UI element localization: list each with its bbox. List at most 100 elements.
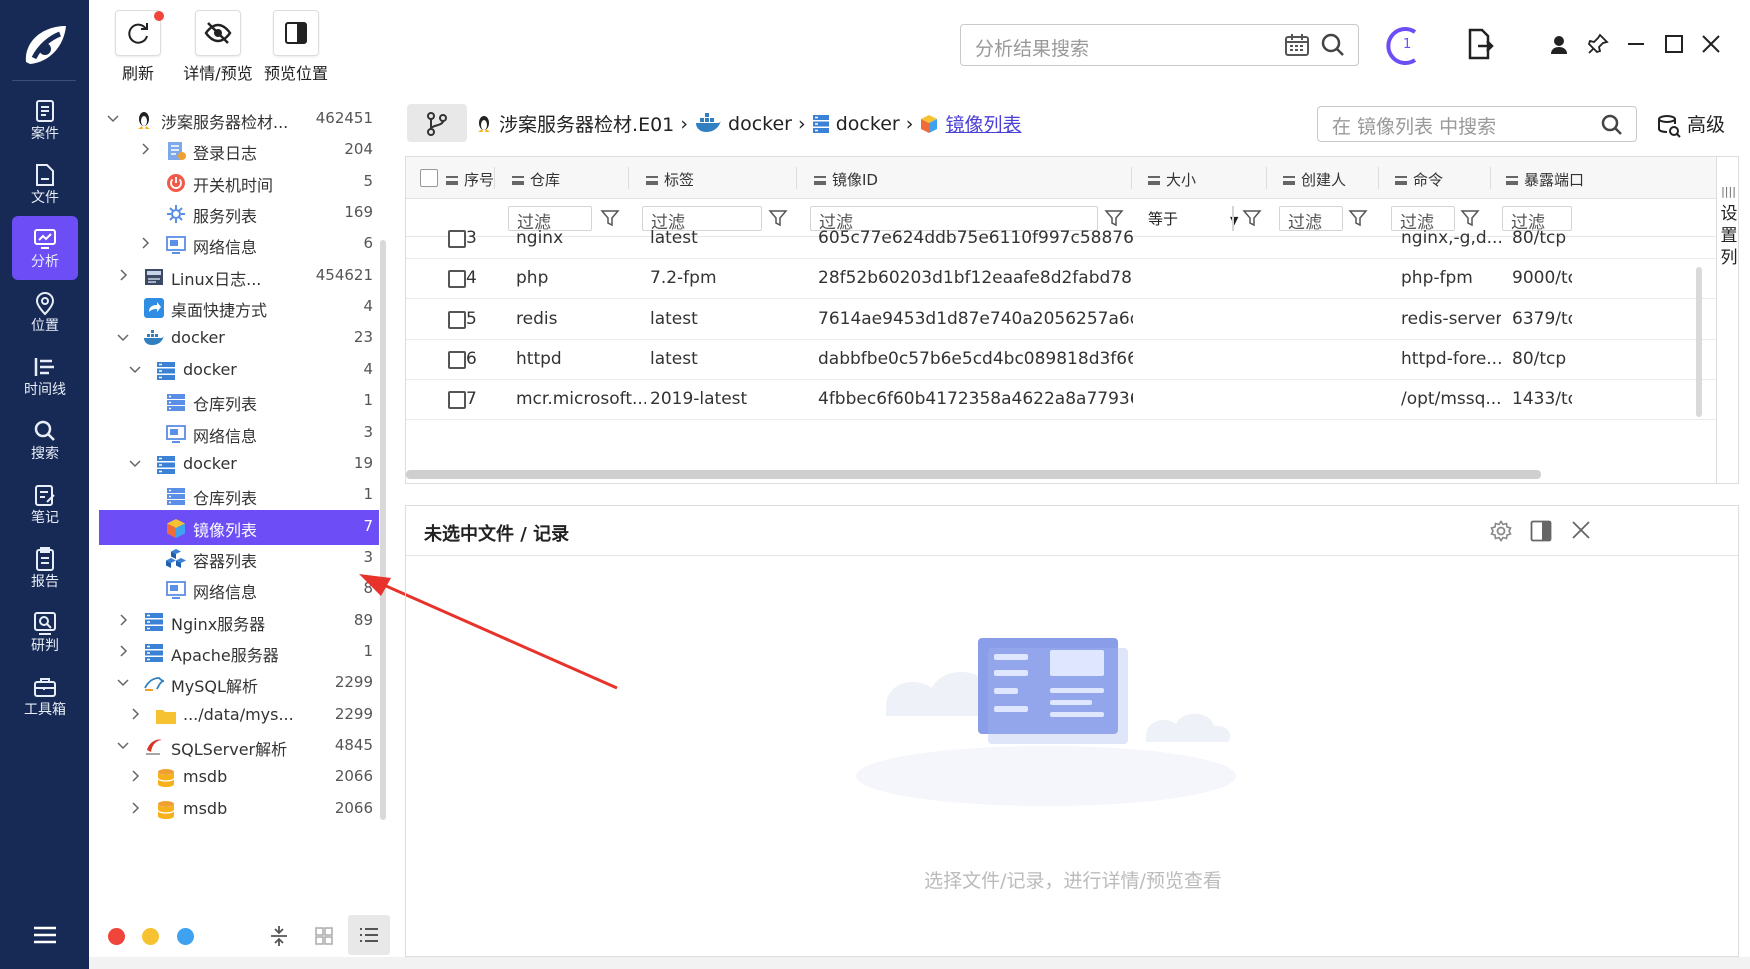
chevron-right-icon[interactable] (117, 269, 129, 281)
search-icon[interactable] (1600, 113, 1624, 137)
chevron-right-icon[interactable] (129, 708, 141, 720)
chevron-right-icon[interactable] (129, 802, 141, 814)
tree-item[interactable]: 网络信息 8 (99, 572, 379, 607)
search-icon[interactable] (1320, 32, 1346, 58)
nav-item-search[interactable]: 搜索 (12, 408, 78, 472)
user-icon[interactable] (1549, 34, 1569, 56)
list-view-button[interactable] (348, 915, 390, 955)
tree-item[interactable]: 开关机时间 5 (99, 165, 379, 200)
table-vertical-scrollbar[interactable] (1696, 267, 1702, 417)
pin-icon[interactable] (1587, 33, 1609, 55)
status-dot-blue[interactable] (177, 928, 194, 945)
nav-item-report[interactable]: 报告 (12, 536, 78, 600)
gear-icon[interactable] (1490, 520, 1512, 542)
nav-item-analysis[interactable]: 分析 (12, 216, 78, 280)
tree-item[interactable]: 仓库列表 1 (99, 384, 379, 419)
tree-item[interactable]: docker 19 (99, 447, 379, 482)
chevron-down-icon[interactable] (107, 112, 119, 124)
advanced-search-button[interactable]: 高级 (1657, 110, 1725, 138)
table-horizontal-scrollbar[interactable] (406, 470, 1541, 479)
tree-item[interactable]: 容器列表 3 (99, 541, 379, 576)
breadcrumb-current[interactable]: 镜像列表 (945, 110, 1021, 137)
chevron-down-icon[interactable] (117, 739, 129, 751)
tree-item[interactable]: msdb 2066 (99, 760, 379, 795)
nav-item-file[interactable]: 文件 (12, 152, 78, 216)
calendar-icon[interactable] (1284, 33, 1310, 57)
table-row[interactable]: 3 nginx latest 605c77e624ddb75e6110f997c588… (406, 219, 1716, 259)
tree-item[interactable]: 镜像列表 7 (99, 509, 379, 545)
column-header-size[interactable]: 大小 (1148, 169, 1196, 190)
table-row[interactable]: 5 redis latest 7614ae9453d1d87e740a2056257a… (406, 300, 1716, 340)
chevron-right-icon[interactable] (139, 237, 151, 249)
tree-item[interactable]: 仓库列表 1 (99, 478, 379, 513)
breadcrumb-item[interactable]: docker (836, 113, 900, 135)
column-header-creator[interactable]: 创建人 (1283, 169, 1346, 190)
breadcrumb-item[interactable]: docker (728, 113, 792, 135)
tree-item[interactable]: msdb 2066 (99, 792, 379, 827)
tree-item[interactable]: docker 4 (99, 353, 379, 388)
nav-item-note[interactable]: 笔记 (12, 472, 78, 536)
image-list-search-input[interactable]: 在 镜像列表 中搜索 (1317, 106, 1637, 142)
chevron-right-icon[interactable] (139, 143, 151, 155)
nav-item-case[interactable]: 案件 (12, 88, 78, 152)
select-all-checkbox[interactable] (420, 169, 438, 187)
refresh-button[interactable]: 刷新 (114, 10, 164, 84)
tree-item[interactable]: SQLServer解析 4845 (99, 729, 379, 764)
table-row[interactable]: 6 httpd latest dabbfbe0c57b6e5cd4bc089818d3… (406, 340, 1716, 380)
preview-position-button[interactable]: 预览位置 (258, 10, 334, 84)
tree-item[interactable]: Linux日志... 454621 (99, 259, 379, 294)
tree-item[interactable]: MySQL解析 2299 (99, 666, 379, 701)
minimize-icon[interactable] (1626, 42, 1646, 46)
chevron-right-icon[interactable] (117, 614, 129, 626)
breadcrumb-item[interactable]: 涉案服务器检材.E01 (499, 110, 674, 137)
export-file-icon[interactable] (1466, 28, 1494, 60)
tree-item[interactable]: 桌面快捷方式 4 (99, 290, 379, 325)
chevron-down-icon[interactable] (129, 363, 141, 375)
column-header-tag[interactable]: 标签 (646, 169, 694, 190)
column-header-command[interactable]: 命令 (1395, 169, 1443, 190)
close-icon[interactable] (1701, 34, 1721, 54)
nav-item-timeline[interactable]: 时间线 (12, 344, 78, 408)
row-checkbox[interactable] (448, 391, 466, 410)
tree-scrollbar[interactable] (380, 240, 386, 820)
column-header-port[interactable]: 暴露端口 (1506, 169, 1584, 190)
table-row[interactable]: 4 php 7.2-fpm 28f52b60203d1bf12eaafe8d2fabd… (406, 259, 1716, 300)
close-icon[interactable] (1571, 520, 1591, 540)
nav-item-location[interactable]: 位置 (12, 280, 78, 344)
tree-item[interactable]: 涉案服务器检材... 462451 (99, 102, 379, 137)
maximize-icon[interactable] (1664, 34, 1684, 54)
task-progress-indicator[interactable]: 1 (1385, 24, 1425, 68)
detail-preview-button[interactable]: 详情/预览 (178, 10, 258, 84)
row-checkbox[interactable] (448, 270, 466, 289)
row-checkbox[interactable] (448, 230, 466, 248)
collapse-all-icon[interactable] (269, 924, 289, 948)
chevron-right-icon[interactable] (129, 770, 141, 782)
column-header-no[interactable]: 序号 (446, 169, 494, 190)
column-header-repo[interactable]: 仓库 (512, 169, 560, 190)
tree-item[interactable]: docker 23 (99, 321, 379, 356)
tree-item[interactable]: Apache服务器 1 (99, 635, 379, 670)
nav-item-judge[interactable]: 研判 (12, 600, 78, 664)
column-header-image-id[interactable]: 镜像ID (814, 169, 878, 190)
status-dot-red[interactable] (108, 928, 125, 945)
chevron-down-icon[interactable] (117, 331, 129, 343)
row-checkbox[interactable] (448, 310, 466, 329)
table-row[interactable]: 7 mcr.microsoft... 2019-latest 4fbbec6f60b4… (406, 380, 1716, 421)
split-panel-icon[interactable] (1530, 520, 1552, 542)
grid-view-icon[interactable] (314, 926, 334, 946)
menu-icon[interactable] (32, 925, 58, 945)
branch-button[interactable] (407, 104, 467, 142)
set-columns-button[interactable]: |||| 设置列 (1716, 157, 1738, 483)
tree-item[interactable]: Nginx服务器 89 (99, 604, 379, 639)
tree-item[interactable]: 网络信息 6 (99, 227, 379, 262)
tree-item[interactable]: 服务列表 169 (99, 196, 379, 231)
nav-item-toolbox[interactable]: 工具箱 (12, 664, 78, 728)
tree-item[interactable]: .../data/mys... 2299 (99, 698, 379, 733)
chevron-right-icon[interactable] (117, 645, 129, 657)
chevron-down-icon[interactable] (129, 457, 141, 469)
status-dot-yellow[interactable] (142, 928, 159, 945)
chevron-down-icon[interactable] (117, 676, 129, 688)
tree-item[interactable]: 登录日志 204 (99, 133, 379, 168)
row-checkbox[interactable] (448, 350, 466, 369)
tree-item[interactable]: 网络信息 3 (99, 416, 379, 451)
